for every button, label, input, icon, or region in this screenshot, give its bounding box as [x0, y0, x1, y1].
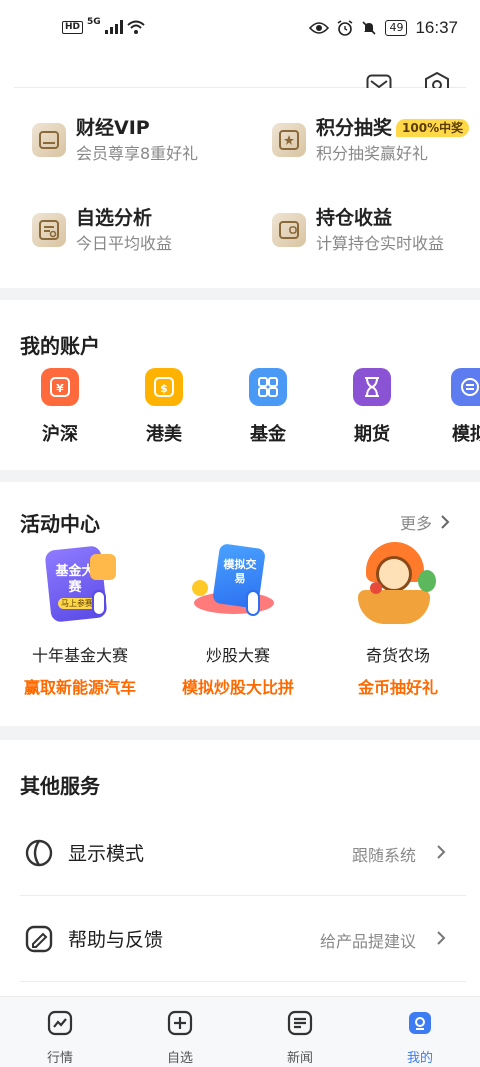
divider	[20, 981, 466, 982]
screen: 关注 收藏 足迹 HD 5G	[0, 0, 480, 1067]
hourglass-icon	[353, 368, 391, 406]
quick-link-holdings[interactable]: 持仓收益 计算持仓实时收益	[272, 206, 444, 254]
account-item-hkus[interactable]: $ 港美	[134, 368, 194, 446]
section-title: 活动中心	[20, 512, 100, 536]
promo-subtitle: 金币抽好礼	[357, 678, 438, 697]
service-value: 给产品提建议	[319, 932, 416, 951]
analysis-doc-icon	[32, 213, 66, 247]
promo-name: 十年基金大赛	[31, 646, 128, 665]
promo-fund-contest[interactable]: 基金大赛 马上参赛 十年基金大赛 赢取新能源汽车	[10, 540, 150, 698]
farm-illustration	[348, 540, 448, 630]
quick-link-subtitle: 计算持仓实时收益	[316, 234, 445, 253]
tab-watchlist[interactable]: 自选	[150, 1009, 210, 1066]
yuan-card-icon: ¥	[41, 368, 79, 406]
section-title: 我的账户	[20, 334, 100, 358]
quick-link-title: 财经VIP	[76, 117, 150, 139]
promo-name: 炒股大赛	[205, 646, 270, 665]
section-title: 其他服务	[20, 774, 100, 798]
promo-stock-contest[interactable]: 模拟交易 炒股大赛 模拟炒股大比拼	[168, 540, 308, 698]
account-item-sim[interactable]: 模拟	[440, 368, 480, 446]
wifi-icon	[127, 20, 145, 34]
other-services-card: 其他服务 显示模式 跟随系统 帮助与反馈 给产品提建议	[0, 740, 480, 996]
status-bar: HD 5G 49 16:37	[0, 0, 480, 60]
account-label: 基金	[250, 424, 286, 445]
tab-label: 我的	[406, 1051, 433, 1066]
quick-link-subtitle: 会员尊享8重好礼	[76, 144, 199, 163]
account-label: 期货	[354, 424, 390, 445]
fund-contest-illustration: 基金大赛 马上参赛	[30, 540, 130, 630]
tab-news[interactable]: 新闻	[270, 1009, 330, 1066]
quick-link-title: 积分抽奖	[316, 117, 393, 139]
chevron-right-icon	[437, 931, 446, 945]
account-item-shsz[interactable]: ¥ 沪深	[30, 368, 90, 446]
sim-icon	[451, 368, 480, 406]
quick-link-lottery[interactable]: 积分抽奖 100%中奖 积分抽奖赢好礼	[272, 116, 470, 164]
profile-icon	[406, 1009, 434, 1037]
hd-indicator: HD	[62, 20, 84, 34]
promo-farm[interactable]: 奇货农场 金币抽好礼	[328, 540, 468, 698]
vip-card-icon	[32, 123, 66, 157]
alarm-icon	[338, 20, 353, 36]
tab-market[interactable]: 行情	[30, 1009, 90, 1066]
bottom-tab-bar: 行情 自选 新闻 我的	[0, 996, 480, 1067]
service-value: 跟随系统	[351, 846, 416, 865]
add-square-icon	[166, 1009, 194, 1037]
chevron-right-icon	[441, 515, 450, 529]
wallet-icon	[272, 213, 306, 247]
status-left: HD 5G	[62, 17, 145, 34]
gift-star-icon	[272, 123, 306, 157]
stock-contest-illustration: 模拟交易	[188, 540, 288, 630]
tab-label: 新闻	[286, 1051, 313, 1066]
tab-profile[interactable]: 我的	[390, 1009, 450, 1066]
more-link[interactable]: 更多	[400, 510, 450, 534]
my-account-card: 我的账户 ¥ 沪深 $ 港美 基金 期货 模拟	[0, 300, 480, 470]
art-tag: 马上参赛	[58, 598, 96, 609]
feedback-icon	[25, 925, 53, 953]
quick-link-subtitle: 积分抽奖赢好礼	[316, 144, 429, 163]
mute-icon	[362, 21, 377, 35]
quick-link-vip[interactable]: 财经VIP 会员尊享8重好礼	[32, 116, 198, 164]
status-right: 49 16:37	[309, 18, 458, 38]
service-row-display-mode[interactable]: 显示模式 跟随系统	[0, 810, 480, 896]
quick-link-title: 持仓收益	[316, 207, 393, 229]
account-label: 沪深	[42, 424, 78, 445]
account-item-fund[interactable]: 基金	[238, 368, 298, 446]
news-icon	[286, 1009, 314, 1037]
svg-text:¥: ¥	[56, 382, 64, 395]
promo-name: 奇货农场	[365, 646, 430, 665]
quick-link-title: 自选分析	[76, 207, 153, 229]
chevron-right-icon	[437, 845, 446, 859]
quick-links-card: 财经VIP 会员尊享8重好礼 积分抽奖 100%中奖 积分抽奖赢好礼 自选分析 今…	[0, 88, 480, 288]
signal-label: 5G	[87, 17, 101, 27]
service-label: 帮助与反馈	[68, 929, 164, 951]
battery-indicator: 49	[385, 20, 408, 36]
service-label: 显示模式	[68, 843, 145, 865]
promo-subtitle: 模拟炒股大比拼	[181, 678, 294, 697]
display-mode-icon	[25, 839, 53, 867]
clock: 16:37	[415, 18, 458, 37]
tab-label: 自选	[166, 1051, 193, 1066]
quick-link-analysis[interactable]: 自选分析 今日平均收益	[32, 206, 172, 254]
eye-icon	[309, 22, 330, 34]
tab-label: 行情	[46, 1051, 73, 1066]
account-label: 港美	[146, 424, 182, 445]
signal-icon	[104, 20, 123, 34]
more-label: 更多	[399, 514, 432, 533]
dollar-card-icon: $	[145, 368, 183, 406]
fund-grid-icon	[249, 368, 287, 406]
account-label: 模拟	[452, 424, 480, 445]
quick-link-subtitle: 今日平均收益	[76, 234, 173, 253]
art-text: 模拟交易	[223, 558, 257, 585]
service-row-help-feedback[interactable]: 帮助与反馈 给产品提建议	[0, 896, 480, 982]
activity-center-card: 活动中心 更多 基金大赛 马上参赛 十年基金大赛 赢取新能源汽车 模拟交易 炒股…	[0, 482, 480, 726]
market-chart-icon	[46, 1009, 74, 1037]
svg-text:$: $	[160, 382, 168, 395]
promo-subtitle: 赢取新能源汽车	[23, 678, 136, 697]
prize-badge: 100%中奖	[396, 119, 470, 137]
account-item-futures[interactable]: 期货	[342, 368, 402, 446]
